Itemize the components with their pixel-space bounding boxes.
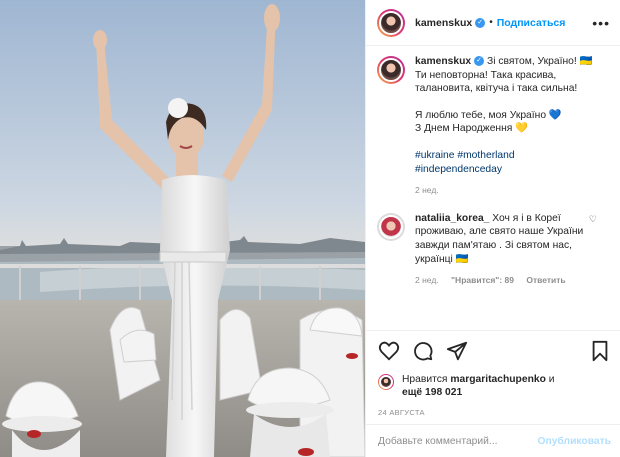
header-username[interactable]: kamenskux xyxy=(415,17,472,29)
caption-line-3: талановита, квітуча і така сильна! xyxy=(415,83,578,95)
comment-input[interactable]: Добавьте комментарий... xyxy=(378,436,497,447)
post-panel: kamenskux ✓ • Подписаться ••• kamenskux ✓… xyxy=(365,0,620,457)
liker-username[interactable]: margaritachupenko xyxy=(450,374,546,385)
avatar[interactable] xyxy=(377,212,405,241)
comment-likes[interactable]: "Нравится": 89 xyxy=(451,275,514,285)
share-icon[interactable] xyxy=(446,340,468,362)
comment-row: nataliia_korea_ Хоч я і в Кореї проживаю… xyxy=(377,212,611,288)
caption-username[interactable]: kamenskux xyxy=(415,56,471,67)
avatar[interactable] xyxy=(378,374,394,390)
heart-icon[interactable] xyxy=(378,340,400,362)
comment-username[interactable]: nataliia_korea_ xyxy=(415,213,489,224)
publish-button[interactable]: Опубликовать xyxy=(537,436,611,447)
post-header: kamenskux ✓ • Подписаться ••• xyxy=(366,0,620,46)
avatar[interactable] xyxy=(377,8,405,37)
likes-summary: Нравится margaritachupenko и ещё 198 021 xyxy=(378,373,611,399)
heart-icon[interactable]: ♡ xyxy=(589,214,597,225)
caption-row: kamenskux ✓ Зі святом, Україно! 🇺🇦 Ти неп… xyxy=(377,55,611,198)
post-date[interactable]: 24 АВГУСТА xyxy=(378,408,611,417)
avatar[interactable] xyxy=(377,56,405,84)
caption-line-1: Зі святом, Україно! 🇺🇦 xyxy=(486,56,593,67)
follow-button[interactable]: Подписаться xyxy=(497,17,566,29)
comments-section: kamenskux ✓ Зі святом, Україно! 🇺🇦 Ти неп… xyxy=(366,55,620,325)
likes-prefix: Нравится xyxy=(402,374,448,385)
comment-icon[interactable] xyxy=(412,340,434,362)
post-actions: Нравится margaritachupenko и ещё 198 021… xyxy=(366,330,620,417)
reply-button[interactable]: Ответить xyxy=(526,275,565,285)
photo-image xyxy=(0,0,365,457)
post-photo[interactable] xyxy=(0,0,365,457)
bookmark-icon[interactable] xyxy=(589,340,611,362)
separator-dot: • xyxy=(489,17,493,28)
caption-text: kamenskux ✓ Зі святом, Україно! 🇺🇦 Ти неп… xyxy=(415,55,611,198)
comment-text: nataliia_korea_ Хоч я і в Кореї проживаю… xyxy=(415,212,605,288)
verified-icon: ✓ xyxy=(475,17,486,28)
caption-line-2: Ти неповторна! Така красива, xyxy=(415,69,557,81)
hashtag-link[interactable]: #motherland xyxy=(457,150,514,161)
hashtag-link[interactable]: #ukraine xyxy=(415,150,455,161)
add-comment-bar: Добавьте комментарий... Опубликовать xyxy=(366,424,620,457)
verified-icon: ✓ xyxy=(474,56,485,67)
caption-line-5: З Днем Народження 💛 xyxy=(415,123,529,135)
caption-time[interactable]: 2 нед. xyxy=(415,185,439,195)
likes-suffix: и xyxy=(548,374,555,385)
caption-line-4: Я люблю тебе, моя Україно 💙 xyxy=(415,109,562,121)
comment-time[interactable]: 2 нед. xyxy=(415,275,439,285)
more-icon[interactable]: ••• xyxy=(592,15,610,31)
hashtag-link[interactable]: #independenceday xyxy=(415,164,502,175)
likes-count[interactable]: ещё 198 021 xyxy=(402,387,462,398)
